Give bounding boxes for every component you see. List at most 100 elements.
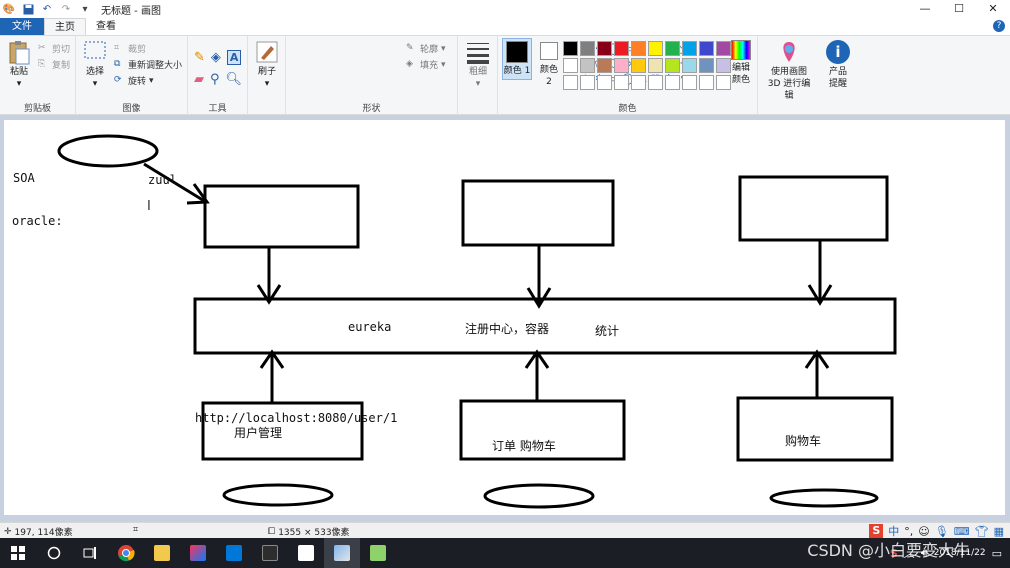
color-swatch[interactable] — [665, 41, 680, 56]
app-icon[interactable] — [252, 538, 288, 568]
customize-quick-access-icon[interactable]: ▾ — [79, 3, 91, 15]
crop-button[interactable]: ⌗ 裁剪 — [114, 42, 146, 55]
group-paint3d: 使用画图 3D 进行编辑 — [758, 36, 818, 116]
color-swatch[interactable] — [563, 41, 578, 56]
color-swatch[interactable] — [563, 58, 578, 73]
group-clipboard: 粘贴 ▾ ✂ 剪切 ⎘ 复制 剪贴板 — [0, 36, 76, 116]
info-icon: i — [826, 40, 850, 64]
drawing-canvas[interactable]: SOA zuul oracle: I eureka 注册中心，容器 统计 htt… — [4, 120, 1005, 515]
typora-icon[interactable] — [288, 538, 324, 568]
mic-icon[interactable]: 🎙︎ — [935, 525, 949, 538]
clipboard-icon — [7, 40, 31, 65]
notepad-icon[interactable] — [360, 538, 396, 568]
color2-button[interactable]: 颜色 2 — [536, 40, 562, 88]
color-swatch[interactable] — [631, 58, 646, 73]
text-tool-icon[interactable]: A — [226, 50, 242, 65]
color-swatch[interactable] — [665, 75, 680, 90]
color1-button[interactable]: 颜色 1 — [502, 38, 532, 80]
box-bottom-3 — [736, 396, 894, 462]
sogou-icon[interactable]: S — [869, 524, 884, 538]
color-swatch[interactable] — [597, 58, 612, 73]
arrow-up-3 — [804, 349, 830, 398]
color-swatch[interactable] — [614, 41, 629, 56]
ellipse-bottom-2 — [483, 483, 595, 509]
color-swatch[interactable] — [682, 58, 697, 73]
color-swatch[interactable] — [699, 58, 714, 73]
minimize-button[interactable]: — — [908, 0, 942, 18]
resize-button[interactable]: ⧉ 重新调整大小 — [114, 58, 182, 71]
notification-icon[interactable]: ▭ — [992, 547, 1002, 560]
color-swatch[interactable] — [648, 41, 663, 56]
copy-button[interactable]: ⎘ 复制 — [38, 58, 70, 71]
color-swatch[interactable] — [648, 58, 663, 73]
line-width-icon — [466, 40, 490, 64]
redo-icon[interactable]: ↷ — [60, 3, 72, 15]
punctuation-icon[interactable]: °, — [904, 525, 913, 538]
label-url: http://localhost:8080/user/1 — [195, 411, 398, 425]
edit-colors-button[interactable]: 编辑颜色 — [726, 40, 756, 86]
color-swatch[interactable] — [699, 75, 714, 90]
pencil-icon[interactable]: ✎ — [194, 50, 205, 65]
chrome-icon[interactable] — [108, 538, 144, 568]
intellij-icon[interactable] — [180, 538, 216, 568]
ime-menu-icon[interactable]: ▦ — [994, 525, 1004, 538]
color-swatch[interactable] — [682, 75, 697, 90]
windows-start-icon[interactable] — [0, 538, 36, 568]
brushes-button[interactable]: 刷子 ▾ — [252, 40, 282, 90]
color-swatch[interactable] — [682, 41, 697, 56]
save-icon[interactable] — [22, 3, 34, 15]
file-explorer-icon[interactable] — [144, 538, 180, 568]
undo-icon[interactable]: ↶ — [41, 3, 53, 15]
color-swatch[interactable] — [580, 41, 595, 56]
color-palette[interactable] — [563, 41, 731, 90]
tab-file[interactable]: 文件 — [0, 18, 44, 35]
keyboard-icon[interactable]: ⌨ — [954, 525, 970, 538]
arrow-down-3 — [807, 241, 833, 306]
search-icon[interactable] — [36, 538, 72, 568]
group-label-shapes: 形状 — [362, 104, 381, 114]
group-tools: ✎ ◈ A ▰ ⚲ 🔍︎ 工具 — [188, 36, 248, 116]
fill-button[interactable]: ◈ 填充 ▾ — [406, 58, 446, 71]
tab-home[interactable]: 主页 — [44, 18, 86, 35]
task-view-icon[interactable] — [72, 538, 108, 568]
emoji-icon[interactable]: ☺ — [918, 525, 929, 538]
cut-button[interactable]: ✂ 剪切 — [38, 42, 70, 55]
rotate-button[interactable]: ⟳ 旋转 ▾ — [114, 74, 154, 87]
crop-icon: ⌗ — [114, 43, 120, 53]
paste-button[interactable]: 粘贴 ▾ — [5, 40, 33, 90]
color-swatch[interactable] — [580, 75, 595, 90]
paint-taskbar-icon[interactable] — [324, 538, 360, 568]
fill-bucket-icon[interactable]: ◈ — [211, 50, 221, 65]
select-button[interactable]: 选择 ▾ — [81, 40, 109, 90]
skin-icon[interactable]: 👕︎ — [975, 525, 989, 538]
tab-view[interactable]: 查看 — [86, 18, 126, 35]
selection-icon: ⌗ — [133, 525, 139, 535]
color-swatch[interactable] — [699, 41, 714, 56]
help-icon[interactable]: ? — [993, 20, 1005, 32]
product-alert-button[interactable]: i 产品提醒 — [822, 40, 854, 90]
group-label-tools: 工具 — [208, 104, 227, 114]
rotate-icon: ⟳ — [114, 75, 122, 85]
size-button[interactable]: 粗细 ▾ — [464, 40, 492, 90]
color-swatch[interactable] — [648, 75, 663, 90]
color-swatch[interactable] — [597, 75, 612, 90]
color-swatch[interactable] — [580, 58, 595, 73]
color-swatch[interactable] — [563, 75, 578, 90]
label-order: 订单 购物车 — [492, 439, 556, 453]
outline-button[interactable]: ✎ 轮廓 ▾ — [406, 42, 446, 55]
color-swatch[interactable] — [631, 41, 646, 56]
maximize-button[interactable]: ☐ — [942, 0, 976, 18]
close-button[interactable]: ✕ — [976, 0, 1010, 18]
color-swatch[interactable] — [614, 58, 629, 73]
paint3d-button[interactable]: 使用画图 3D 进行编辑 — [764, 40, 814, 102]
magnifier-icon[interactable]: 🔍︎ — [226, 72, 243, 87]
color-swatch[interactable] — [631, 75, 646, 90]
color-picker-icon[interactable]: ⚲ — [210, 72, 220, 87]
color-swatch[interactable] — [614, 75, 629, 90]
color-swatch[interactable] — [597, 41, 612, 56]
scissors-icon: ✂ — [38, 43, 46, 53]
color-swatch[interactable] — [665, 58, 680, 73]
store-icon[interactable] — [216, 538, 252, 568]
eraser-icon[interactable]: ▰ — [194, 72, 204, 87]
outline-icon: ✎ — [406, 43, 414, 53]
